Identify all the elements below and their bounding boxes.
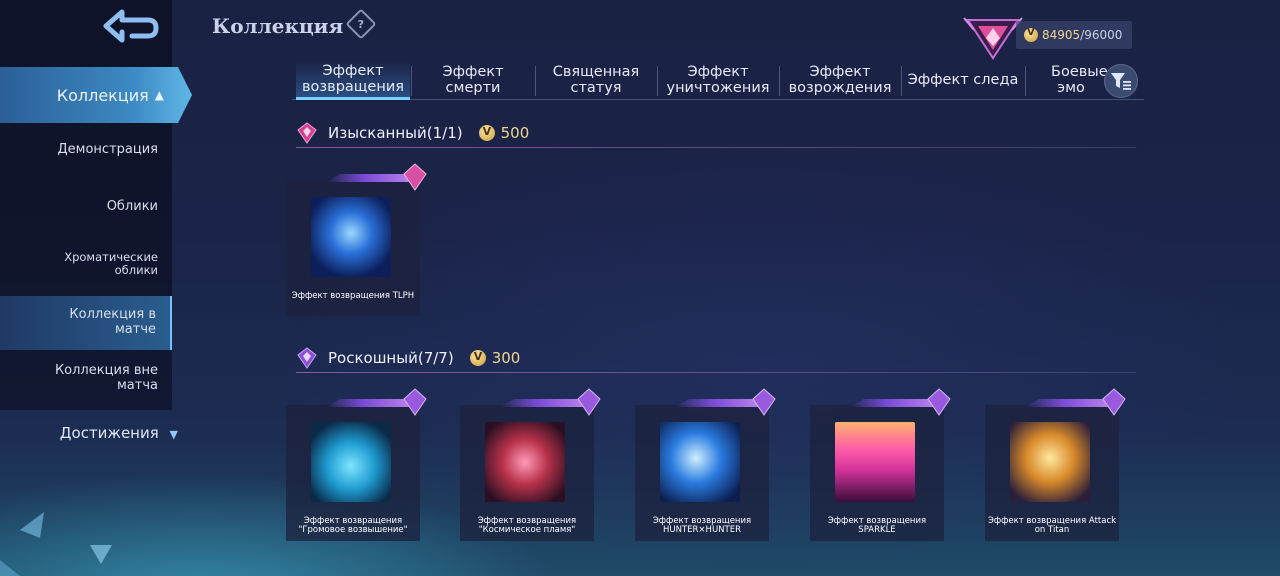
section-title: Роскошный [328,349,418,367]
currency-max: /96000 [1080,28,1123,42]
filter-icon [1111,73,1131,90]
rarity-corner-icon [577,388,601,416]
sidebar-group-label: Коллекция [56,85,149,105]
gem-icon [297,347,317,369]
section-divider [296,372,1136,373]
effect-thumbnail [485,422,565,502]
back-button[interactable] [92,6,164,46]
page-title: Коллекция [212,14,344,38]
section-header-luxurious: Роскошный (7/7) 300 [296,345,520,371]
tab-return-effect[interactable]: Эффект возвращения [296,60,410,100]
coin-icon [469,350,486,366]
card-label: Эффект возвращения SPARKLE [827,516,927,535]
currency-counter: 84905 /96000 [1016,21,1132,49]
tab-label: Эффект следа [907,72,1019,88]
filter-button[interactable] [1104,64,1138,98]
coin-icon [1024,27,1038,42]
card-label: Эффект возвращения "Космическое пламя" [477,516,577,535]
tab-label: Эффект возвращения [302,62,404,95]
tab-elimination-effect[interactable]: Эффект уничтожения [658,60,778,100]
section-count: (7/7) [417,349,454,367]
sidebar-group-achievements[interactable]: Достижения ▼ [0,424,178,448]
tab-label: Эффект смерти [442,64,504,96]
coin-icon [478,125,495,141]
tab-label: Боевые эмо [1051,64,1108,96]
tab-trail-effect[interactable]: Эффект следа [902,60,1024,100]
sidebar-item-skins[interactable]: Облики [0,200,172,220]
collection-card[interactable]: Эффект возвращения HUNTER×HUNTER [635,388,776,541]
sidebar-item-label: Коллекция вне матча [54,363,158,393]
collection-card[interactable]: Эффект возвращения SPARKLE [810,388,951,541]
section-count: (1/1) [426,124,463,142]
sidebar-item-out-of-match-collection[interactable]: Коллекция вне матча [0,363,172,395]
effect-thumbnail [311,197,391,277]
chevron-down-icon: ▼ [169,428,178,441]
card-label: Эффект возвращения Attack on Titan [987,516,1117,535]
collection-card[interactable]: Эффект возвращения Attack on Titan [985,388,1126,541]
sidebar-item-label: Коллекция в матче [69,307,156,337]
sidebar-item-label: Демонстрация [57,142,158,157]
sidebar-item-in-match-collection[interactable]: Коллекция в матче [0,296,172,350]
collection-card[interactable]: Эффект возвращения TLPH [286,163,427,316]
tab-death-effect[interactable]: Эффект смерти [412,60,534,100]
section-price: 500 [500,124,530,142]
tab-label: Эффект возрождения [788,64,892,96]
tab-label: Священная статуя [552,64,640,96]
tab-bar: Эффект возвращения Эффект смерти Священн… [292,60,1144,100]
tab-battle-emotes[interactable]: Боевые эмо [1026,60,1116,100]
tab-label: Эффект уничтожения [666,64,770,96]
decor-triangles [0,512,112,576]
sidebar-group-collection[interactable]: Коллекция ▲ [0,67,192,123]
rarity-corner-icon [403,388,427,416]
rarity-corner-icon [927,388,951,416]
sidebar-item-label: Облики [106,199,158,214]
sidebar-item-showcase[interactable]: Демонстрация [0,143,172,163]
chevron-up-icon: ▲ [154,88,164,102]
effect-thumbnail [1010,422,1090,502]
sidebar-group-label: Достижения [59,424,159,442]
rarity-corner-icon [403,163,427,191]
section-header-exquisite: Изысканный (1/1) 500 [296,120,529,146]
tab-respawn-effect[interactable]: Эффект возрождения [780,60,900,100]
effect-thumbnail [311,422,391,502]
collection-card[interactable]: Эффект возвращения "Громовое возвышение" [286,388,427,541]
card-label: Эффект возвращения "Громовое возвышение" [298,516,408,535]
sidebar-item-label: Хроматические облики [64,250,158,277]
card-label: Эффект возвращения TLPH [291,291,415,301]
section-title: Изысканный [328,124,427,142]
help-diamond-icon[interactable]: ? [345,8,377,40]
effect-thumbnail [835,422,915,502]
section-divider [296,147,1136,148]
tab-sacred-statue[interactable]: Священная статуя [536,60,656,100]
back-arrow-icon [103,9,159,43]
card-label: Эффект возвращения HUNTER×HUNTER [652,516,752,535]
gem-icon [297,122,317,144]
sidebar-item-chromatic-skins[interactable]: Хроматические облики [0,251,172,281]
section-price: 300 [491,349,521,367]
rarity-corner-icon [1102,388,1126,416]
rarity-corner-icon [752,388,776,416]
collection-card[interactable]: Эффект возвращения "Космическое пламя" [460,388,601,541]
rank-badge-icon [963,17,1023,60]
effect-thumbnail [660,422,740,502]
currency-current: 84905 [1042,28,1081,42]
